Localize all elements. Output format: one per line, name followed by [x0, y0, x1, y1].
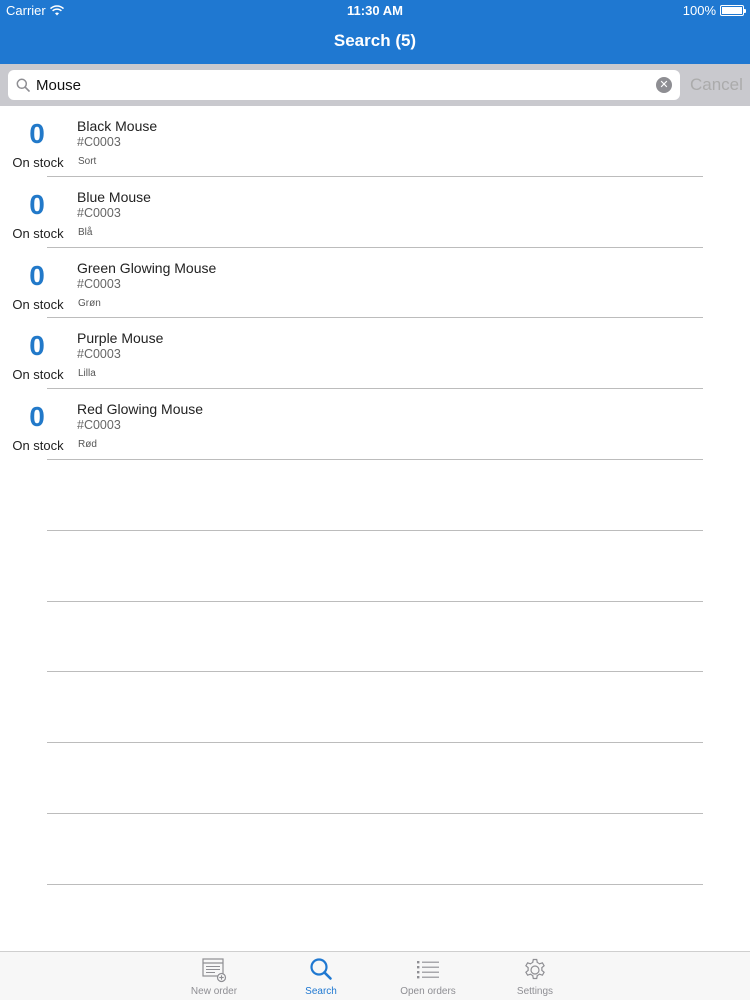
new-order-icon: [202, 958, 227, 983]
status-time: 11:30 AM: [347, 3, 403, 18]
list-item[interactable]: 0 On stock Purple Mouse #C0003 Lilla: [0, 318, 750, 390]
empty-rows: [0, 460, 750, 885]
battery-indicator: 100%: [682, 3, 746, 18]
row-divider: [47, 883, 703, 885]
item-variant: Sort: [78, 156, 97, 167]
item-variant: Lilla: [78, 368, 96, 380]
tab-label: New order: [190, 986, 238, 997]
stock-label: On stock: [12, 296, 64, 312]
empty-row: [0, 814, 750, 885]
item-name: Black Mouse: [77, 118, 158, 134]
item-code: #C0003: [77, 418, 121, 433]
stock-count: 0: [29, 330, 45, 362]
item-code: #C0003: [77, 135, 121, 149]
results-list: 0 On stock Black Mouse #C0003 Sort 0 On …: [0, 106, 750, 460]
item-variant: Blå: [78, 226, 93, 238]
item-name: Red Glowing Mouse: [77, 401, 204, 418]
list-icon: [417, 961, 439, 979]
gear-icon: [525, 958, 545, 980]
search-input[interactable]: [36, 70, 656, 100]
tab-new-order[interactable]: New order: [174, 952, 254, 1000]
stock-label: On stock: [12, 367, 64, 383]
item-code: #C0003: [77, 347, 121, 362]
tab-search[interactable]: Search: [281, 952, 361, 1000]
cancel-button[interactable]: Cancel: [690, 72, 744, 98]
item-variant: Rød: [78, 439, 97, 451]
tab-label: Open orders: [400, 986, 456, 997]
list-item[interactable]: 0 On stock Black Mouse #C0003 Sort: [0, 106, 750, 177]
stock-label: On stock: [12, 155, 64, 170]
stock-count: 0: [29, 259, 45, 291]
item-name: Purple Mouse: [77, 330, 164, 347]
tab-label: Search: [305, 986, 337, 997]
navigation-header: Carrier 11:30 AM 100% Search (5): [0, 0, 750, 64]
battery-percentage: 100%: [682, 3, 716, 18]
stock-label: On stock: [12, 225, 64, 241]
item-name: Blue Mouse: [77, 188, 151, 205]
tab-open-orders[interactable]: Open orders: [388, 952, 468, 1000]
list-item[interactable]: 0 On stock Red Glowing Mouse #C0003 Rød: [0, 389, 750, 460]
status-bar: Carrier 11:30 AM 100%: [0, 0, 750, 20]
empty-row: [0, 602, 750, 673]
search-field[interactable]: ✕: [8, 70, 680, 100]
empty-row: [0, 743, 750, 814]
item-code: #C0003: [77, 276, 121, 291]
list-item[interactable]: 0 On stock Blue Mouse #C0003 Blå: [0, 177, 750, 248]
stock-label: On stock: [12, 438, 64, 454]
item-name: Green Glowing Mouse: [77, 259, 217, 276]
tab-bar: New order Search Open orders Settings: [0, 951, 750, 1000]
empty-row: [0, 460, 750, 531]
item-variant: Grøn: [78, 297, 101, 309]
search-bar: ✕ Cancel: [0, 64, 750, 106]
stock-count: 0: [29, 118, 45, 149]
app-screen: Carrier 11:30 AM 100% Search (5) ✕: [0, 0, 750, 1000]
page-title: Search (5): [333, 31, 417, 50]
tab-settings[interactable]: Settings: [495, 952, 575, 1000]
tab-label: Settings: [516, 986, 554, 997]
item-code: #C0003: [77, 205, 121, 220]
search-icon: [16, 78, 30, 92]
search-icon: [310, 958, 332, 980]
list-item[interactable]: 0 On stock Green Glowing Mouse #C0003 Gr…: [0, 248, 750, 319]
stock-count: 0: [29, 401, 45, 433]
empty-row: [0, 531, 750, 602]
battery-icon: [720, 5, 746, 16]
clear-search-icon[interactable]: ✕: [656, 77, 672, 93]
stock-count: 0: [29, 188, 45, 220]
empty-row: [0, 672, 750, 744]
